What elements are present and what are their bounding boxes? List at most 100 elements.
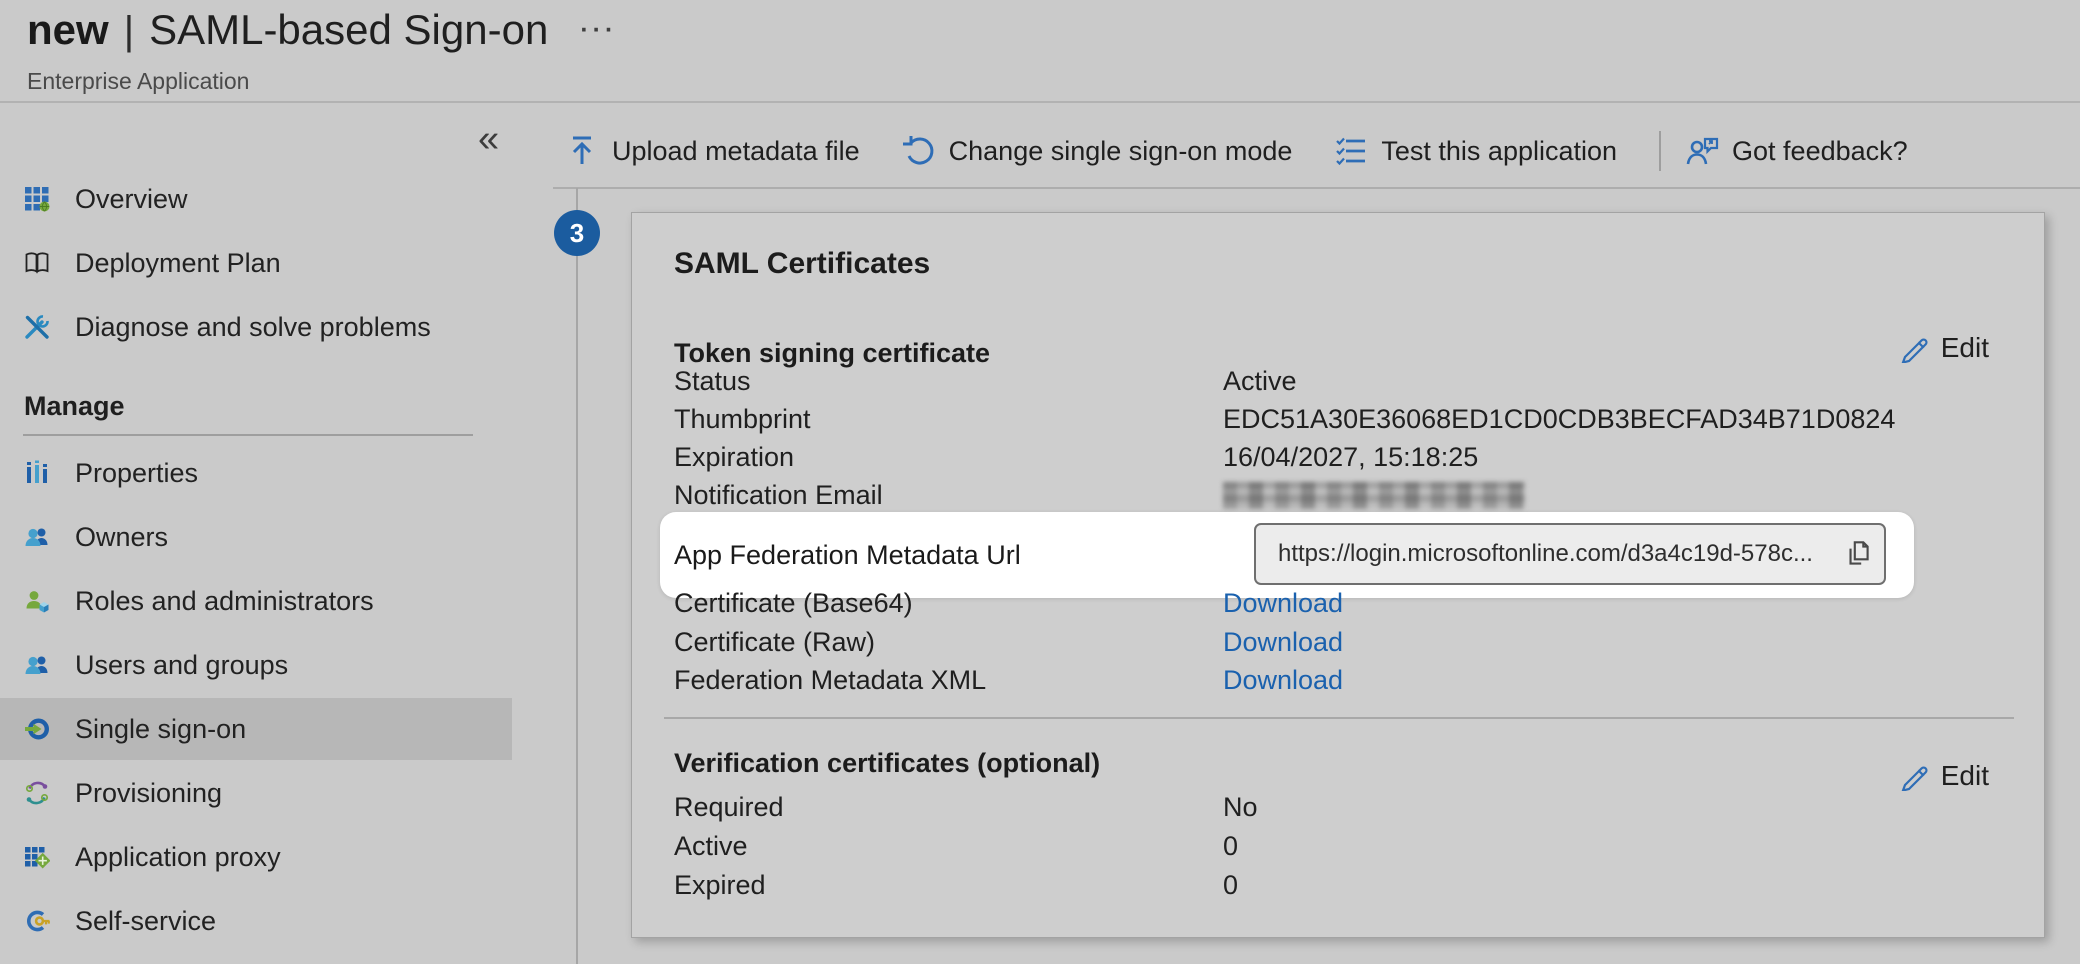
saml-sign-on-page: new | SAML-based Sign-on ··· Enterprise …	[0, 0, 2080, 964]
sidebar-item-deployment-plan[interactable]: Deployment Plan	[0, 232, 512, 294]
url-row-label: App Federation Metadata Url	[674, 540, 1021, 571]
page-title: SAML-based Sign-on	[149, 6, 548, 54]
pencil-icon	[1899, 333, 1929, 363]
change-sso-mode-label: Change single sign-on mode	[949, 136, 1293, 167]
sidebar-item-provisioning[interactable]: Provisioning	[0, 762, 512, 824]
upload-metadata-label: Upload metadata file	[612, 136, 860, 167]
upload-metadata-button[interactable]: Upload metadata file	[565, 134, 860, 168]
row-label: Active	[674, 831, 748, 861]
tools-icon	[24, 314, 50, 340]
change-sso-mode-button[interactable]: Change single sign-on mode	[902, 134, 1293, 168]
feedback-button[interactable]: Got feedback?	[1685, 134, 1908, 168]
person-cube-icon	[24, 588, 50, 614]
sidebar-item-label: Deployment Plan	[75, 248, 281, 279]
row-value: 0	[1223, 827, 1238, 865]
undo-arrow-icon	[902, 134, 936, 168]
step-connector-line	[576, 188, 578, 964]
row-value: 16/04/2027, 15:18:25	[1223, 438, 1478, 476]
page-subtitle: Enterprise Application	[27, 68, 249, 95]
feedback-label: Got feedback?	[1732, 136, 1908, 167]
page-header-title: new | SAML-based Sign-on ···	[27, 6, 617, 54]
row-value: Active	[1223, 362, 1297, 400]
row-label: Expired	[674, 870, 766, 900]
sidebar-item-single-sign-on[interactable]: Single sign-on	[0, 698, 512, 760]
sidebar-item-label: Self-service	[75, 906, 216, 937]
edit-label: Edit	[1941, 332, 1989, 364]
row-label: Certificate (Raw)	[674, 627, 875, 657]
sidebar-item-label: Overview	[75, 184, 188, 215]
section-divider	[664, 717, 2014, 719]
sidebar-item-label: Diagnose and solve problems	[75, 312, 431, 343]
command-bar-divider	[553, 187, 2080, 189]
open-book-icon	[24, 250, 50, 276]
people-icon	[24, 524, 50, 550]
certificate-base64-row: Certificate (Base64) Download	[674, 584, 2004, 622]
toolbar-divider	[1659, 131, 1661, 171]
title-separator: |	[124, 9, 134, 54]
sidebar-item-label: Owners	[75, 522, 168, 553]
active-row: Active 0	[674, 827, 2004, 865]
certificate-raw-row: Certificate (Raw) Download	[674, 623, 2004, 661]
grid-diamond-icon	[24, 844, 50, 870]
saml-certificates-card: SAML Certificates Token signing certific…	[631, 212, 2045, 938]
download-raw-link[interactable]: Download	[1223, 623, 1343, 661]
card-title: SAML Certificates	[674, 247, 930, 281]
sidebar-item-properties[interactable]: Properties	[0, 442, 512, 504]
copy-icon[interactable]	[1842, 538, 1874, 570]
status-row: Status Active	[674, 362, 2004, 400]
properties-bars-icon	[24, 460, 50, 486]
single-sign-on-icon	[24, 716, 50, 742]
row-label: Notification Email	[674, 480, 883, 510]
metadata-url-value: https://login.microsoftonline.com/d3a4c1…	[1278, 540, 1823, 568]
feedback-person-icon	[1685, 134, 1719, 168]
redacted-email-value	[1223, 482, 1525, 509]
sidebar-item-application-proxy[interactable]: Application proxy	[0, 826, 512, 888]
sidebar-item-label: Roles and administrators	[75, 586, 374, 617]
expired-row: Expired 0	[674, 866, 2004, 904]
row-value: No	[1223, 788, 1258, 826]
row-value: EDC51A30E36068ED1CD0CDB3BECFAD34B71D0824	[1223, 400, 1895, 438]
verification-certificates-heading: Verification certificates (optional)	[674, 744, 1100, 782]
pencil-icon	[1899, 761, 1929, 791]
sync-arrows-icon	[24, 780, 50, 806]
row-label: Expiration	[674, 442, 794, 472]
sidebar-item-self-service[interactable]: Self-service	[0, 890, 512, 952]
test-application-button[interactable]: Test this application	[1334, 134, 1617, 168]
more-options-icon[interactable]: ···	[580, 16, 617, 45]
step-3-badge: 3	[554, 210, 600, 256]
sidebar-section-manage: Manage	[24, 390, 125, 422]
sidebar-item-owners[interactable]: Owners	[0, 506, 512, 568]
federation-metadata-xml-row: Federation Metadata XML Download	[674, 661, 2004, 699]
overview-grid-icon	[24, 186, 50, 212]
people-icon	[24, 652, 50, 678]
upload-icon	[565, 134, 599, 168]
header-divider	[0, 101, 2080, 103]
sidebar-item-diagnose[interactable]: Diagnose and solve problems	[0, 296, 512, 358]
checklist-icon	[1334, 134, 1368, 168]
row-label: Required	[674, 792, 784, 822]
thumbprint-row: Thumbprint EDC51A30E36068ED1CD0CDB3BECFA…	[674, 400, 2004, 438]
download-base64-link[interactable]: Download	[1223, 584, 1343, 622]
row-label: Federation Metadata XML	[674, 665, 986, 695]
expiration-row: Expiration 16/04/2027, 15:18:25	[674, 438, 2004, 476]
sidebar-item-label: Properties	[75, 458, 198, 489]
sidebar-divider	[23, 434, 473, 436]
sidebar-collapse-icon[interactable]: «	[478, 118, 499, 161]
sidebar-item-roles-administrators[interactable]: Roles and administrators	[0, 570, 512, 632]
sidebar-item-users-groups[interactable]: Users and groups	[0, 634, 512, 696]
test-application-label: Test this application	[1381, 136, 1617, 167]
row-label: Thumbprint	[674, 404, 811, 434]
sidebar-item-label: Single sign-on	[75, 714, 246, 745]
metadata-url-input[interactable]: https://login.microsoftonline.com/d3a4c1…	[1254, 523, 1886, 585]
sidebar-item-overview[interactable]: Overview	[0, 168, 512, 230]
row-label: Certificate (Base64)	[674, 588, 913, 618]
row-label: Status	[674, 366, 751, 396]
sidebar-item-label: Users and groups	[75, 650, 288, 681]
row-value: 0	[1223, 866, 1238, 904]
required-row: Required No	[674, 788, 2004, 826]
command-bar: Upload metadata file Change single sign-…	[565, 120, 1950, 182]
sidebar-item-label: Application proxy	[75, 842, 281, 873]
app-name: new	[27, 6, 109, 54]
key-circle-icon	[24, 908, 50, 934]
download-xml-link[interactable]: Download	[1223, 661, 1343, 699]
